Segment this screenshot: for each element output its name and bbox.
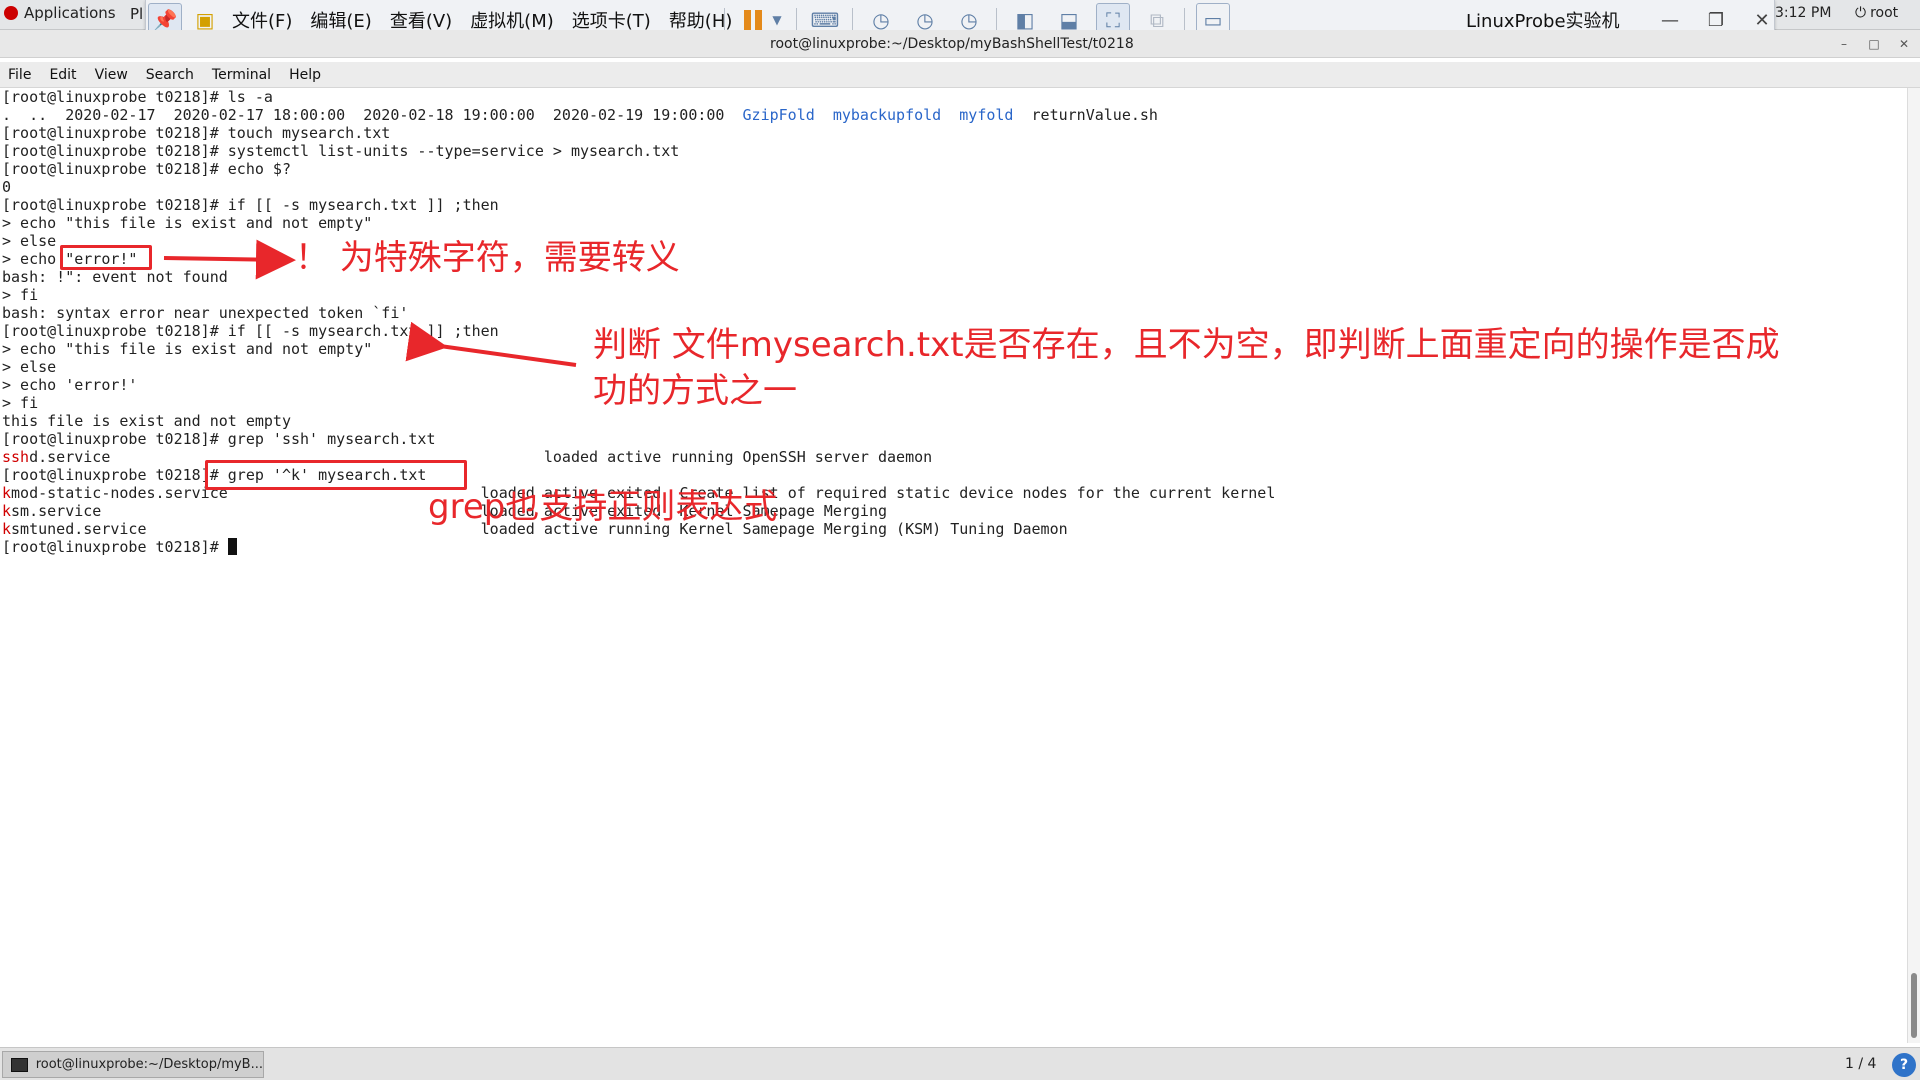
close-icon: ✕ xyxy=(1898,37,1910,51)
match-unit: smtuned.service xyxy=(11,520,147,538)
clock-back-icon: ◷ xyxy=(916,8,934,32)
terminal-titlebar: root@linuxprobe:~/Desktop/myBashShellTes… xyxy=(0,30,1920,58)
thumbnail-bar-icon: ⬓ xyxy=(1059,8,1079,32)
match-highlight: k xyxy=(2,502,12,520)
match-pad xyxy=(101,502,480,520)
terminal-line: [root@linuxprobe t0218]# if [[ -s mysear… xyxy=(2,196,499,214)
terminal-menu-terminal[interactable]: Terminal xyxy=(212,67,271,83)
minimize-icon: — xyxy=(1661,9,1679,31)
toolbar-separator xyxy=(852,8,853,32)
terminal-menu-help[interactable]: Help xyxy=(289,67,321,83)
help-icon[interactable]: ? xyxy=(1892,1053,1916,1077)
workspace-pager[interactable]: 1 / 4 xyxy=(1845,1056,1876,1072)
terminal-menu-edit[interactable]: Edit xyxy=(49,67,76,83)
sidebar-icon: ◧ xyxy=(1015,8,1035,32)
toolbar-separator xyxy=(724,8,725,32)
match-unit: d.service xyxy=(29,448,111,466)
annotation-box-error xyxy=(60,245,152,270)
file-returnvalue: returnValue.sh xyxy=(1031,106,1158,124)
toolbar-separator xyxy=(996,8,997,32)
terminal-line: [root@linuxprobe t0218]# grep 'ssh' myse… xyxy=(2,430,436,448)
toolbar-separator xyxy=(1184,8,1185,32)
clock[interactable]: 3:12 PM xyxy=(1775,5,1831,21)
prompt-text: [root@linuxprobe t0218]# xyxy=(2,538,228,556)
dir-mybackupfold: mybackupfold xyxy=(832,106,942,124)
annotation-note-special-char: ！ 为特殊字符，需要转义 xyxy=(295,238,680,278)
match-highlight: k xyxy=(2,484,12,502)
terminal-line: [root@linuxprobe t0218]# grep '^k' mysea… xyxy=(2,466,427,484)
user-icon: ⏻ xyxy=(1855,5,1867,21)
minimize-icon: – xyxy=(1841,37,1847,51)
close-icon: ✕ xyxy=(1754,9,1770,31)
places-menu[interactable]: Pl xyxy=(130,5,143,23)
ls-plain: . .. 2020-02-17 2020-02-17 18:00:00 2020… xyxy=(2,106,743,124)
terminal-line: [root@linuxprobe t0218]# systemctl list-… xyxy=(2,142,680,160)
maximize-icon: □ xyxy=(1868,37,1880,51)
clock-plus-icon: ◷ xyxy=(872,8,890,32)
terminal-output[interactable]: [root@linuxprobe t0218]# ls -a . .. 2020… xyxy=(0,88,1905,1043)
toolbar-separator xyxy=(796,8,797,32)
dir-myfold: myfold xyxy=(959,106,1014,124)
terminal-line: [root@linuxprobe t0218]# touch mysearch.… xyxy=(2,124,391,142)
terminal-line: > echo "this file is exist and not empty… xyxy=(2,214,373,232)
dir-gzipfold: GzipFold xyxy=(742,106,815,124)
terminal-line: 0 xyxy=(2,178,12,196)
grep-match-line: sshd.service loaded active running OpenS… xyxy=(2,448,1275,466)
console-window-icon: ▭ xyxy=(1203,8,1223,32)
applications-label: Applications xyxy=(24,4,116,22)
user-menu[interactable]: ⏻ root xyxy=(1855,5,1898,21)
terminal-line: [root@linuxprobe t0218]# ls -a xyxy=(2,88,273,106)
terminal-window-title: root@linuxprobe:~/Desktop/myBashShellTes… xyxy=(770,36,1134,52)
match-unit: sm.service xyxy=(11,502,102,520)
terminal-menu-file[interactable]: File xyxy=(8,67,31,83)
terminal-minimize-button[interactable]: – xyxy=(1834,35,1854,53)
applications-menu[interactable]: Applications xyxy=(4,4,116,22)
taskbar: root@linuxprobe:~/Desktop/myB... 1 / 4 ? xyxy=(0,1047,1920,1080)
terminal-menu-view[interactable]: View xyxy=(95,67,128,83)
terminal-close-button[interactable]: ✕ xyxy=(1894,35,1914,53)
terminal-scrollbar[interactable] xyxy=(1907,88,1920,1043)
match-desc: loaded active running OpenSSH server dae… xyxy=(543,448,933,466)
unity-icon: ⧉ xyxy=(1149,8,1165,32)
match-highlight: ssh xyxy=(2,448,30,466)
taskbar-terminal-item[interactable]: root@linuxprobe:~/Desktop/myB... xyxy=(2,1051,264,1078)
chevron-down-icon: ▼ xyxy=(772,13,782,27)
user-label: root xyxy=(1870,5,1899,21)
pause-icon xyxy=(744,10,762,30)
terminal-icon xyxy=(11,1057,28,1072)
text-cursor xyxy=(227,538,237,555)
match-unit: mod-static-nodes.service xyxy=(11,484,228,502)
fullscreen-icon: ⛶ xyxy=(1106,8,1120,32)
annotation-note-grep-regex: grep也支持正则表达式 xyxy=(428,487,778,527)
redhat-logo-icon xyxy=(4,6,18,20)
terminal-line: bash: syntax error near unexpected token… xyxy=(2,304,409,322)
terminal-line: > fi xyxy=(2,286,39,304)
prompt-line: [root@linuxprobe t0218]# xyxy=(2,538,1275,556)
restore-icon: ❐ xyxy=(1707,9,1725,31)
taskbar-item-label: root@linuxprobe:~/Desktop/myB... xyxy=(35,1057,263,1072)
ls-output-line: . .. 2020-02-17 2020-02-17 18:00:00 2020… xyxy=(2,106,1275,124)
network-send-icon: ⌨ xyxy=(810,8,840,32)
scrollbar-thumb[interactable] xyxy=(1911,973,1917,1038)
annotation-note-file-check-2: 功的方式之一 xyxy=(593,371,797,411)
clock-manage-icon: ◷ xyxy=(960,8,978,32)
pin-icon: 📌 xyxy=(152,8,178,32)
terminal-line: this file is exist and not empty xyxy=(2,412,291,430)
terminal-maximize-button[interactable]: □ xyxy=(1864,35,1884,53)
match-highlight: k xyxy=(2,520,12,538)
annotation-note-file-check-1: 判断 文件mysearch.txt是否存在，且不为空，即判断上面重定向的操作是否… xyxy=(593,325,1780,365)
terminal-menubar: File Edit View Search Terminal Help xyxy=(0,62,1920,88)
terminal-menu-search[interactable]: Search xyxy=(146,67,194,83)
terminal-line: [root@linuxprobe t0218]# echo $? xyxy=(2,160,291,178)
